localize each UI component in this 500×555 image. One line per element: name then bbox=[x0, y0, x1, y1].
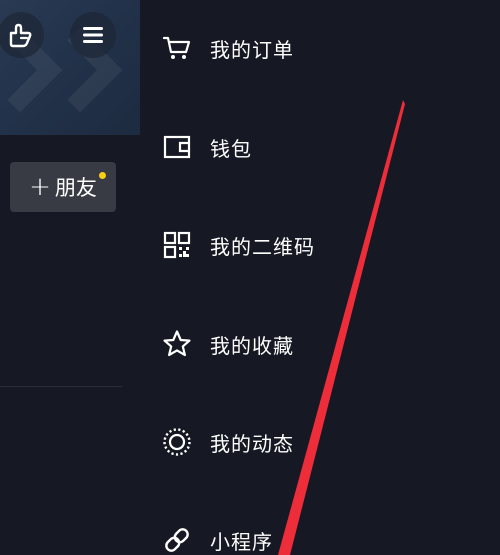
menu-item-moments[interactable]: 我的动态 bbox=[162, 422, 294, 462]
menu-item-label: 我的订单 bbox=[210, 37, 294, 62]
menu-item-orders[interactable]: 我的订单 bbox=[162, 28, 294, 68]
screen: + 朋友 我的订单 钱包 我的二维码 我的收藏 我的动态 小程序 bbox=[0, 0, 500, 555]
menu-item-wallet[interactable]: 钱包 bbox=[162, 127, 252, 167]
plus-icon: + bbox=[29, 172, 51, 202]
pointing-hand-icon bbox=[9, 23, 32, 48]
link-icon bbox=[162, 525, 192, 555]
menu-button[interactable] bbox=[70, 12, 116, 58]
menu-item-label: 我的二维码 bbox=[210, 234, 315, 259]
hamburger-menu-icon bbox=[83, 27, 103, 43]
menu-item-mini-programs[interactable]: 小程序 bbox=[162, 520, 273, 555]
notification-dot bbox=[99, 172, 106, 179]
star-icon bbox=[162, 329, 192, 359]
wallet-icon bbox=[162, 132, 192, 162]
menu-item-label: 钱包 bbox=[210, 136, 252, 161]
cart-icon bbox=[162, 33, 192, 63]
qr-code-icon bbox=[162, 230, 192, 260]
menu-item-favorites[interactable]: 我的收藏 bbox=[162, 324, 294, 364]
menu-item-label: 小程序 bbox=[210, 529, 273, 554]
menu-item-label: 我的收藏 bbox=[210, 333, 294, 358]
divider bbox=[0, 386, 122, 387]
side-drawer: 我的订单 钱包 我的二维码 我的收藏 我的动态 小程序 bbox=[140, 0, 500, 555]
menu-item-label: 我的动态 bbox=[210, 431, 294, 456]
hand-button[interactable] bbox=[0, 12, 44, 58]
add-friend-label: 朋友 bbox=[54, 176, 97, 200]
menu-item-qr-code[interactable]: 我的二维码 bbox=[162, 225, 315, 265]
profile-pane: + 朋友 bbox=[0, 0, 140, 555]
moments-circle-icon bbox=[162, 427, 192, 457]
add-friend-button[interactable]: + 朋友 bbox=[10, 162, 116, 212]
